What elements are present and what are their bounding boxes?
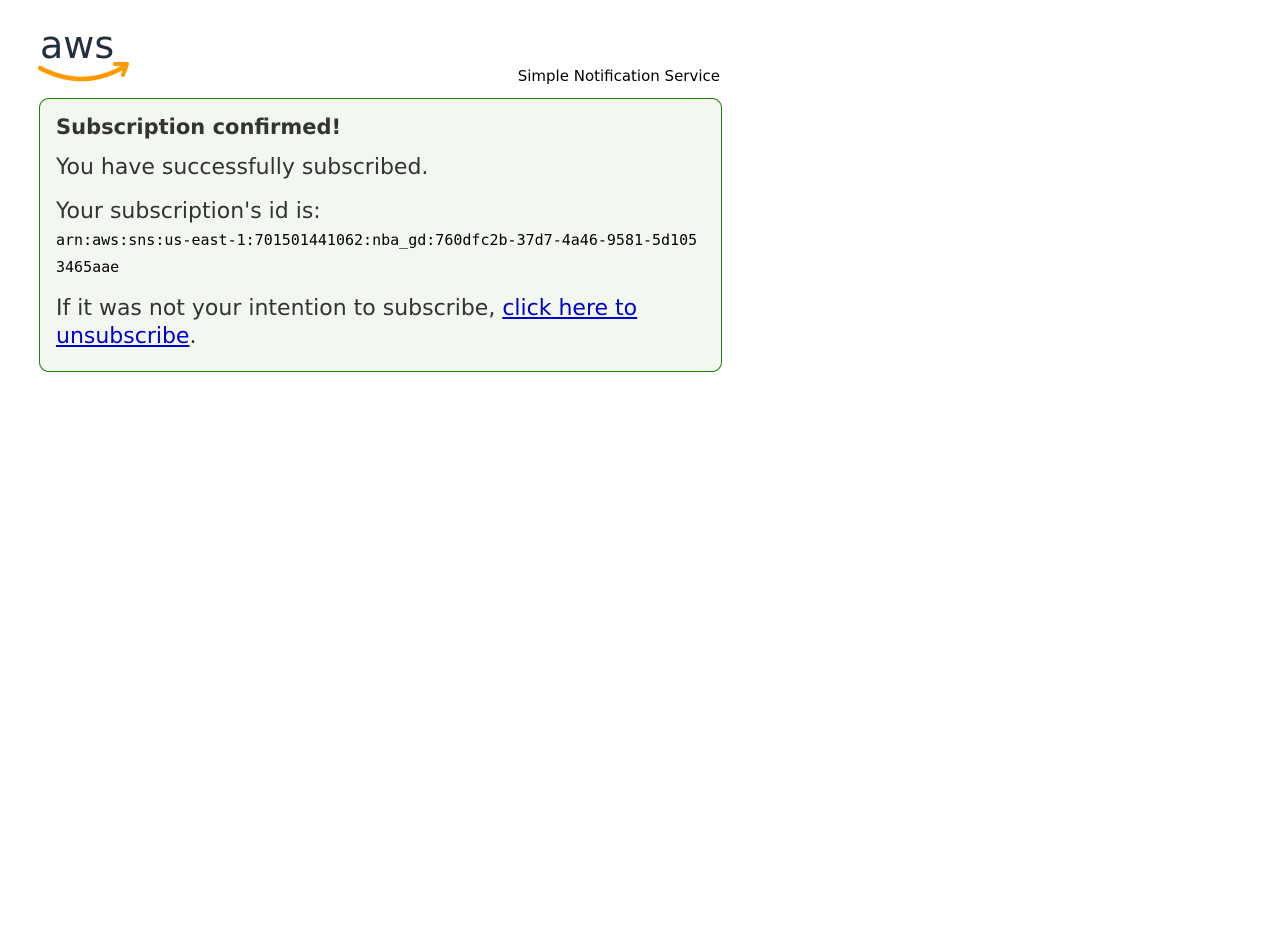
subscription-arn: arn:aws:sns:us-east-1:701501441062:nba_g… bbox=[56, 231, 698, 276]
unsubscribe-text: If it was not your intention to subscrib… bbox=[56, 295, 705, 351]
aws-logo-graphic: aws bbox=[38, 26, 129, 82]
confirmation-card: Subscription confirmed! You have success… bbox=[39, 98, 722, 372]
subscription-id-label: Your subscription's id is: bbox=[56, 199, 321, 224]
service-name: Simple Notification Service bbox=[517, 67, 720, 85]
card-title: Subscription confirmed! bbox=[56, 115, 342, 139]
page: aws Simple Notification Service Subscrip… bbox=[0, 0, 1276, 940]
aws-logo: aws bbox=[38, 26, 130, 86]
aws-smile-icon bbox=[38, 65, 125, 82]
aws-logo-text: aws bbox=[40, 26, 114, 67]
unsubscribe-prefix: If it was not your intention to subscrib… bbox=[56, 296, 503, 321]
success-message: You have successfully subscribed. bbox=[56, 155, 429, 180]
unsubscribe-suffix: . bbox=[189, 324, 197, 349]
header: aws Simple Notification Service bbox=[38, 26, 720, 88]
